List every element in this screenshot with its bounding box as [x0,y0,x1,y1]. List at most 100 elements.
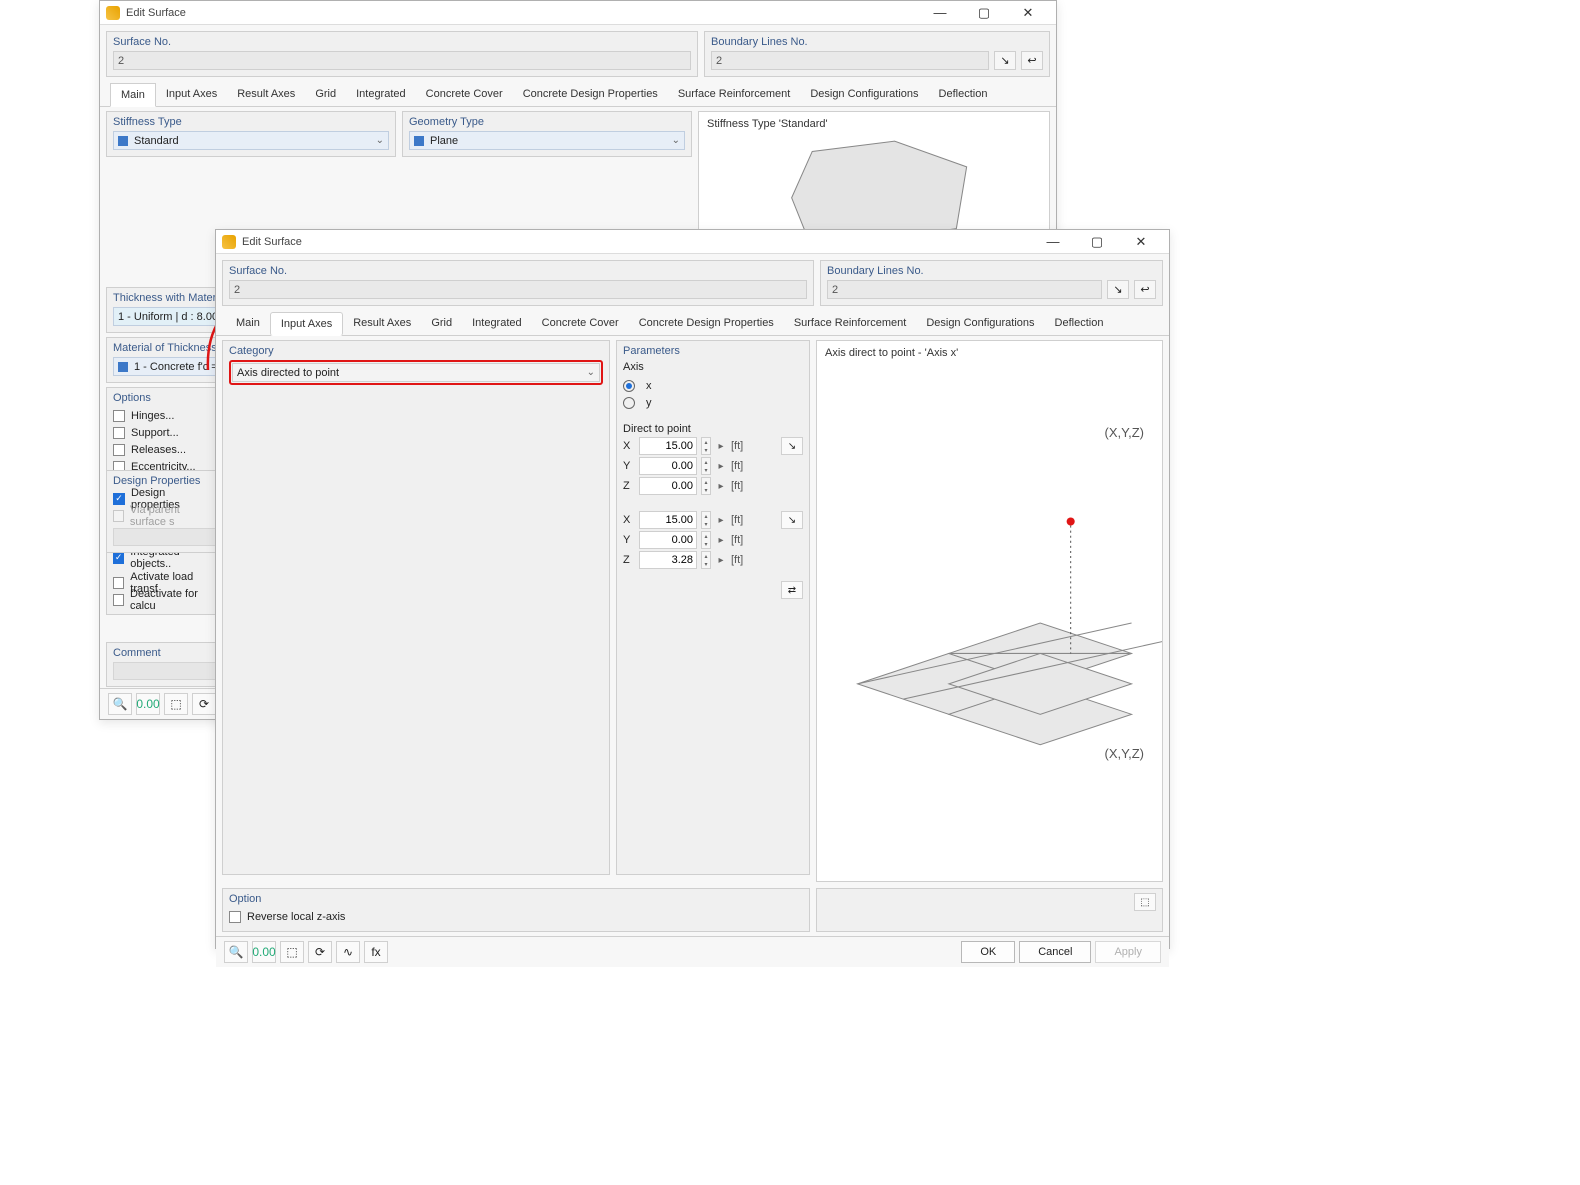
tab-input-axes[interactable]: Input Axes [156,83,227,106]
tab-concrete-cover[interactable]: Concrete Cover [532,312,629,335]
swap-icon[interactable]: ⇄ [781,581,803,599]
tab-result-axes[interactable]: Result Axes [227,83,305,106]
pick-icon[interactable]: ▸ [715,511,727,529]
spinner[interactable]: ▴▾ [701,457,711,475]
footer-icon-1[interactable]: 🔍 [224,941,248,963]
coord-x-input[interactable] [639,511,697,529]
option-hinges-[interactable]: Hinges... [113,407,217,424]
surface-no-field[interactable] [113,51,691,70]
coord-z-input[interactable] [639,477,697,495]
spinner[interactable]: ▴▾ [701,477,711,495]
footer-icon-5[interactable]: ∿ [336,941,360,963]
tab-grid[interactable]: Grid [421,312,462,335]
boundary-label: Boundary Lines No. [711,36,1043,48]
minimize-button[interactable]: — [1031,230,1075,254]
option-deactivate-for-calcu[interactable]: Deactivate for calcu [113,591,217,608]
tab-result-axes[interactable]: Result Axes [343,312,421,335]
titlebar[interactable]: Edit Surface — ▢ ✕ [216,230,1169,254]
footer-icon-6[interactable]: fx [364,941,388,963]
tab-grid[interactable]: Grid [305,83,346,106]
axis-x-radio[interactable]: x [623,377,803,394]
tab-design-configurations[interactable]: Design Configurations [916,312,1044,335]
axis-y-radio[interactable]: y [623,394,803,411]
boundary-field[interactable] [827,280,1102,299]
tab-design-configurations[interactable]: Design Configurations [800,83,928,106]
category-label: Category [229,345,603,357]
revert-icon[interactable]: ↩ [1134,280,1156,299]
surface-no-field[interactable] [229,280,807,299]
design-properties-label: Design Properties [113,475,217,487]
maximize-button[interactable]: ▢ [962,1,1006,25]
tab-surface-reinforcement[interactable]: Surface Reinforcement [784,312,917,335]
tab-concrete-design-properties[interactable]: Concrete Design Properties [513,83,668,106]
footer-icon-3[interactable]: ⬚ [280,941,304,963]
category-select[interactable]: Axis directed to point⌄ [232,363,600,382]
geometry-select[interactable]: Plane⌄ [409,131,685,150]
ok-button[interactable]: OK [961,941,1015,963]
tab-deflection[interactable]: Deflection [1045,312,1114,335]
minimize-button[interactable]: — [918,1,962,25]
category-panel: Category Axis directed to point⌄ [222,340,610,875]
pick-icon[interactable]: ▸ [715,457,727,475]
maximize-button[interactable]: ▢ [1075,230,1119,254]
pick-icon[interactable]: ▸ [715,531,727,549]
spinner[interactable]: ▴▾ [701,437,711,455]
tab-main[interactable]: Main [226,312,270,335]
cancel-button[interactable]: Cancel [1019,941,1091,963]
option-releases-[interactable]: Releases... [113,441,217,458]
tab-concrete-cover[interactable]: Concrete Cover [416,83,513,106]
coord-x-input[interactable] [639,437,697,455]
coord-y-input[interactable] [639,457,697,475]
option-panel: Option Reverse local z-axis [222,888,810,932]
spinner[interactable]: ▴▾ [701,511,711,529]
footer-icon-1[interactable]: 🔍 [108,693,132,715]
coord-y: Y▴▾▸[ft] [623,531,803,549]
coord-y-input[interactable] [639,531,697,549]
tab-deflection[interactable]: Deflection [929,83,998,106]
boundary-field[interactable] [711,51,989,70]
close-button[interactable]: ✕ [1006,1,1050,25]
footer-icon-2[interactable]: 0.00 [136,693,160,715]
surface-no-panel: Surface No. [222,260,814,306]
coord-x: X▴▾▸[ft] [623,437,803,455]
reverse-z-checkbox[interactable]: Reverse local z-axis [229,908,803,925]
preview-toolbar: ⬚ [816,888,1163,932]
comment-field[interactable] [113,662,217,680]
coord-z-input[interactable] [639,551,697,569]
pick-point-icon[interactable]: ↘ [781,437,803,455]
footer-icon-4[interactable]: ⟳ [308,941,332,963]
direct-to-point-label: Direct to point [623,423,803,435]
tab-surface-reinforcement[interactable]: Surface Reinforcement [668,83,801,106]
revert-icon[interactable]: ↩ [1021,51,1043,70]
dp-via-parent-surface-s: Via parent surface s [113,507,217,524]
design-dropdown[interactable] [113,528,217,546]
footer-icon-4[interactable]: ⟳ [192,693,216,715]
pick-lines-icon[interactable]: ↘ [1107,280,1129,299]
pick-icon[interactable]: ▸ [715,551,727,569]
pick-point-icon[interactable]: ↘ [781,511,803,529]
xyz-label-top: (X,Y,Z) [1105,425,1145,440]
spinner[interactable]: ▴▾ [701,531,711,549]
app-icon [222,235,236,249]
preview-tool-icon[interactable]: ⬚ [1134,893,1156,911]
close-button[interactable]: ✕ [1119,230,1163,254]
geometry-value: Plane [430,135,458,147]
apply-button[interactable]: Apply [1095,941,1161,963]
axis-preview-svg [817,365,1162,881]
tab-main[interactable]: Main [110,83,156,107]
option-support-[interactable]: Support... [113,424,217,441]
footer-icon-3[interactable]: ⬚ [164,693,188,715]
parameters-label: Parameters [623,345,803,357]
pick-icon[interactable]: ▸ [715,477,727,495]
stiffness-select[interactable]: Standard⌄ [113,131,389,150]
tab-integrated[interactable]: Integrated [462,312,532,335]
coord-x: X▴▾▸[ft] [623,511,803,529]
footer-icon-2[interactable]: 0.00 [252,941,276,963]
titlebar[interactable]: Edit Surface — ▢ ✕ [100,1,1056,25]
tab-integrated[interactable]: Integrated [346,83,416,106]
pick-lines-icon[interactable]: ↘ [994,51,1016,70]
spinner[interactable]: ▴▾ [701,551,711,569]
tab-input-axes[interactable]: Input Axes [270,312,343,336]
tab-concrete-design-properties[interactable]: Concrete Design Properties [629,312,784,335]
pick-icon[interactable]: ▸ [715,437,727,455]
